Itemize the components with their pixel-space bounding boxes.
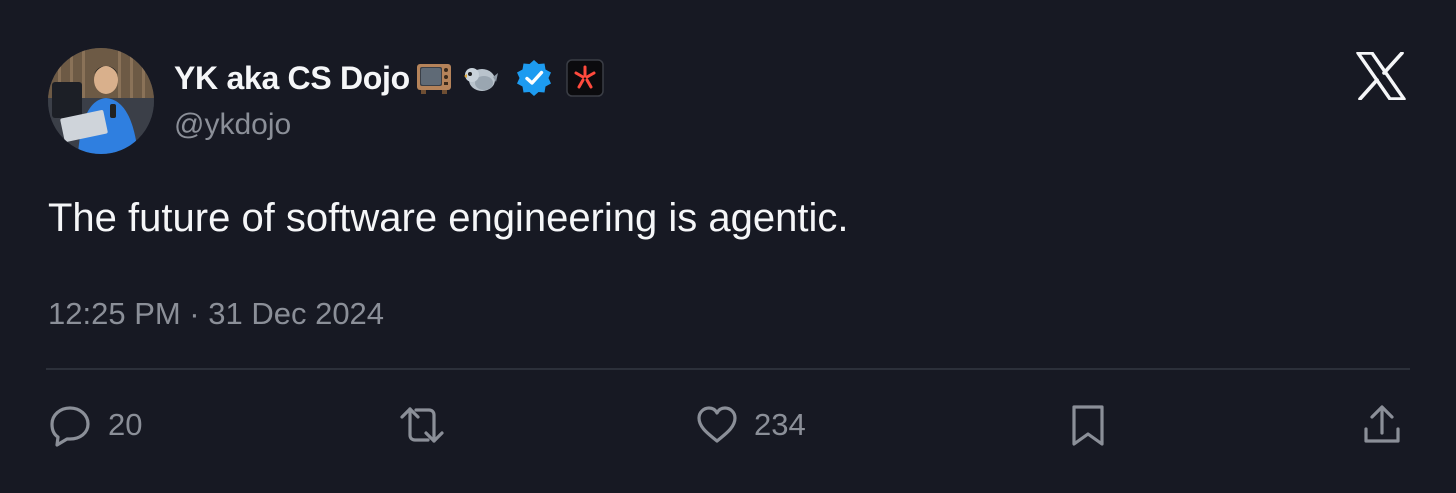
repost-button[interactable]	[398, 402, 446, 448]
reply-button[interactable]: 20	[48, 402, 142, 448]
tv-emoji-icon	[416, 61, 452, 95]
bookmark-button[interactable]	[1070, 402, 1106, 448]
tweet-card: YK aka CS Dojo @ykdojo The future of sof…	[0, 0, 1456, 493]
reply-count: 20	[108, 407, 143, 442]
author-handle[interactable]: @ykdojo	[174, 108, 291, 142]
avatar[interactable]	[48, 48, 154, 154]
affiliate-badge-icon[interactable]	[566, 59, 604, 97]
like-button[interactable]: 234	[696, 402, 806, 448]
tweet-text: The future of software engineering is ag…	[48, 196, 849, 240]
reply-icon	[50, 406, 90, 447]
heart-icon	[697, 406, 737, 443]
bookmark-icon	[1072, 405, 1104, 446]
like-count: 234	[754, 407, 806, 442]
bird-emoji-icon	[462, 63, 498, 93]
author-header: YK aka CS Dojo	[174, 56, 604, 100]
share-button[interactable]	[1362, 402, 1402, 448]
verified-badge-icon[interactable]	[514, 58, 554, 98]
divider	[46, 368, 1410, 370]
repost-icon	[400, 407, 444, 443]
share-icon	[1364, 405, 1400, 443]
x-logo-icon[interactable]	[1356, 51, 1406, 101]
tweet-timestamp[interactable]: 12:25 PM · 31 Dec 2024	[48, 296, 384, 332]
display-name[interactable]: YK aka CS Dojo	[174, 60, 410, 97]
